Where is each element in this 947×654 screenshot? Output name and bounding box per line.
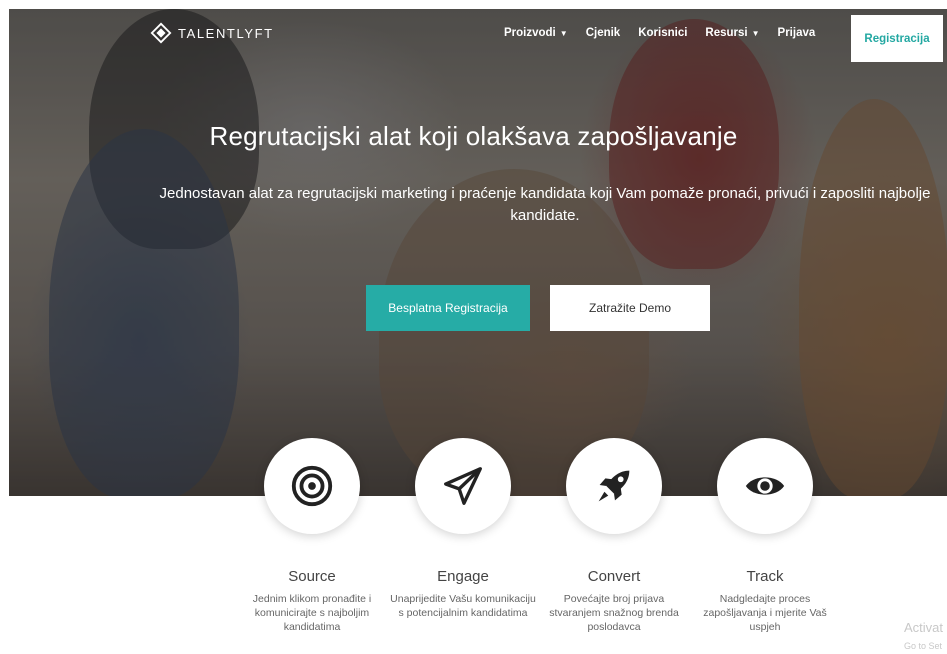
feature-track: Track Nadgledajte proces zapošljavanja i… [690,438,840,634]
nav-item-prijava[interactable]: Prijava [778,27,816,39]
hero-subtitle: Jednostavan alat za regrutacijski market… [159,185,931,224]
nav-item-proizvodi[interactable]: Proizvodi ▼ [504,27,568,39]
activation-watermark: Activat [904,620,944,635]
feature-convert: Convert Povećajte broj prijava stvaranje… [539,438,689,634]
rocket-icon [598,470,630,502]
register-button[interactable]: Registracija [851,15,943,62]
feature-title: Engage [437,568,489,585]
hero-section [9,9,947,496]
main-nav: Proizvodi ▼ Cjenik Korisnici Resursi ▼ Pri… [504,27,833,39]
nav-item-resursi[interactable]: Resursi ▼ [705,27,759,39]
request-demo-button[interactable]: Zatražite Demo [550,285,710,331]
feature-description: Povećajte broj prijava stvaranjem snažno… [549,593,679,633]
feature-icon-circle[interactable] [415,438,511,534]
free-registration-button[interactable]: Besplatna Registracija [366,285,530,331]
hero-title: Regrutacijski alat koji olakšava zapošlj… [209,121,738,151]
feature-description: Unaprijedite Vašu komunikaciju s potenci… [390,593,536,619]
feature-engage: Engage Unaprijedite Vašu komunikaciju s … [388,438,538,620]
feature-icon-circle[interactable] [264,438,360,534]
caret-down-icon: ▼ [559,29,568,38]
eye-icon [745,477,785,495]
brand-logo[interactable]: TALENTLYFT [150,22,274,44]
feature-title: Convert [587,568,641,585]
feature-icon-circle[interactable] [717,438,813,534]
feature-source: Source Jednim klikom pronađite i komunic… [237,438,387,634]
nav-item-cjenik[interactable]: Cjenik [586,27,621,39]
diamond-logo-icon [150,22,172,44]
caret-down-icon: ▼ [751,29,760,38]
feature-title: Track [746,568,784,585]
brand-name: TALENTLYFT [178,25,274,41]
nav-item-korisnici[interactable]: Korisnici [638,27,687,39]
feature-title: Source [288,568,336,585]
feature-icon-circle[interactable] [566,438,662,534]
activation-watermark-sub: Go to Set [904,641,943,651]
feature-description: Nadgledajte proces zapošljavanja i mjeri… [703,593,827,633]
paper-plane-icon [444,467,482,505]
target-icon [291,465,333,507]
feature-description: Jednim klikom pronađite i komunicirajte … [252,593,372,633]
